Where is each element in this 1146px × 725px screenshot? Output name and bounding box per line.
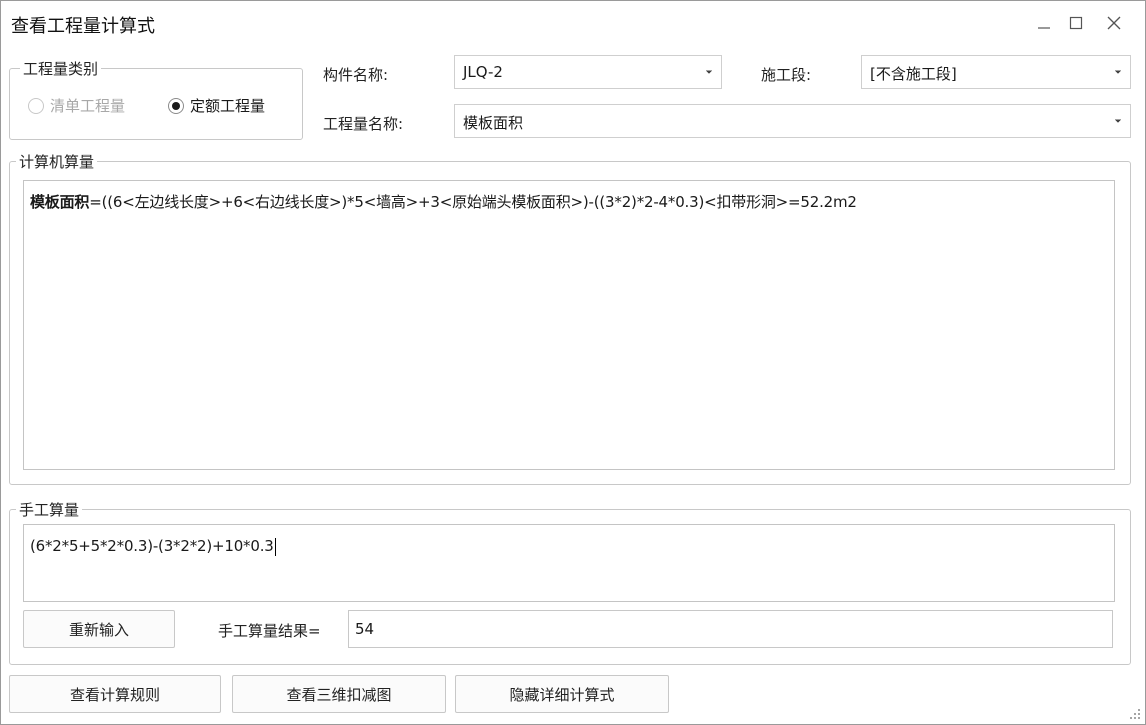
manual-result-label: 手工算量结果= bbox=[218, 622, 321, 640]
quantity-name-value: 模板面积 bbox=[463, 114, 524, 132]
component-name-value: JLQ-2 bbox=[463, 63, 503, 81]
component-name-label: 构件名称: bbox=[323, 66, 389, 84]
calc-formula-window: 查看工程量计算式 工程量类别 清单工程量 定额工程量 构件名称: JLQ-2 施… bbox=[0, 0, 1146, 725]
computer-formula-area[interactable]: 模板面积=((6<左边线长度>+6<右边线长度>)*5<墙高>+3<原始端头模板… bbox=[23, 180, 1115, 470]
quantity-name-label: 工程量名称: bbox=[323, 115, 404, 133]
manual-expression-value: (6*2*5+5*2*0.3)-(3*2*2)+10*0.3 bbox=[30, 537, 274, 555]
manual-expression-text: (6*2*5+5*2*0.3)-(3*2*2)+10*0.3 bbox=[30, 537, 276, 556]
manual-calc-group: 手工算量 (6*2*5+5*2*0.3)-(3*2*2)+10*0.3 重新输入… bbox=[9, 499, 1131, 665]
construction-stage-select[interactable]: [不含施工段] bbox=[861, 55, 1131, 89]
computer-calc-group: 计算机算量 模板面积=((6<左边线长度>+6<右边线长度>)*5<墙高>+3<… bbox=[9, 151, 1131, 485]
reenter-button[interactable]: 重新输入 bbox=[23, 610, 175, 648]
manual-result-value: 54 bbox=[355, 620, 375, 638]
formula-body: =((6<左边线长度>+6<右边线长度>)*5<墙高>+3<原始端头模板面积>)… bbox=[89, 193, 857, 211]
view-calc-rules-button[interactable]: 查看计算规则 bbox=[9, 675, 221, 713]
radio-bill-quantity[interactable]: 清单工程量 bbox=[28, 95, 125, 116]
construction-stage-label: 施工段: bbox=[761, 66, 812, 84]
radio-quota-quantity-label: 定额工程量 bbox=[190, 97, 266, 115]
window-title: 查看工程量计算式 bbox=[11, 16, 155, 37]
quantity-type-group: 工程量类别 清单工程量 定额工程量 bbox=[9, 58, 303, 140]
close-button[interactable] bbox=[1097, 7, 1131, 39]
maximize-icon bbox=[1069, 16, 1083, 30]
quantity-name-select[interactable]: 模板面积 bbox=[454, 104, 1131, 138]
manual-result-field[interactable]: 54 bbox=[348, 610, 1113, 648]
minimize-button[interactable] bbox=[1027, 7, 1061, 39]
radio-quota-quantity[interactable]: 定额工程量 bbox=[168, 95, 265, 116]
close-icon bbox=[1107, 16, 1121, 30]
manual-calc-legend: 手工算量 bbox=[16, 499, 83, 520]
computer-formula-text: 模板面积=((6<左边线长度>+6<右边线长度>)*5<墙高>+3<原始端头模板… bbox=[30, 191, 857, 212]
minimize-icon bbox=[1038, 27, 1050, 29]
radio-circle-icon bbox=[28, 97, 44, 114]
text-cursor bbox=[274, 537, 276, 556]
dropdown-arrow-icon bbox=[705, 70, 713, 74]
radio-selected-icon bbox=[168, 97, 184, 114]
dropdown-arrow-icon bbox=[1114, 70, 1122, 74]
resize-grip-icon[interactable] bbox=[1129, 708, 1141, 720]
title-bar: 查看工程量计算式 bbox=[1, 1, 1145, 45]
quantity-type-legend: 工程量类别 bbox=[20, 58, 102, 79]
hide-detail-formula-button[interactable]: 隐藏详细计算式 bbox=[455, 675, 669, 713]
formula-name: 模板面积 bbox=[30, 193, 90, 211]
computer-calc-legend: 计算机算量 bbox=[16, 151, 98, 172]
maximize-button[interactable] bbox=[1059, 7, 1093, 39]
manual-expression-input[interactable]: (6*2*5+5*2*0.3)-(3*2*2)+10*0.3 bbox=[23, 524, 1115, 602]
construction-stage-value: [不含施工段] bbox=[870, 65, 957, 83]
dropdown-arrow-icon bbox=[1114, 119, 1122, 123]
radio-bill-quantity-label: 清单工程量 bbox=[50, 97, 126, 115]
component-name-select[interactable]: JLQ-2 bbox=[454, 55, 722, 89]
view-3d-deduction-button[interactable]: 查看三维扣减图 bbox=[232, 675, 446, 713]
